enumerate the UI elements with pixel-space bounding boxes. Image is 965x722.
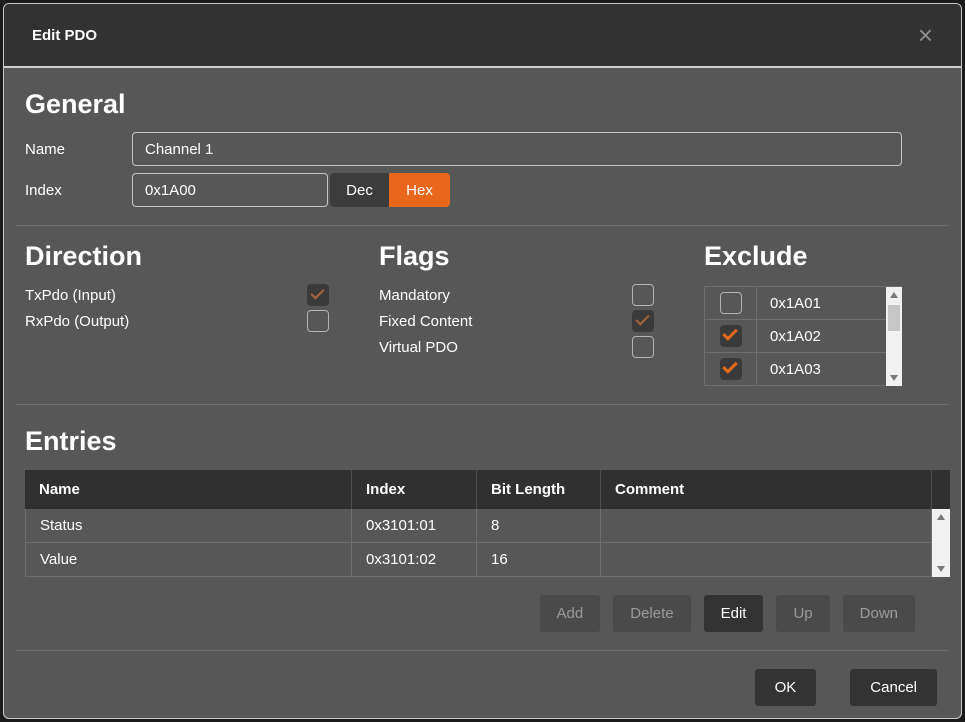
down-button[interactable]: Down xyxy=(843,595,915,632)
exclude-item-label: 0x1A01 xyxy=(757,295,821,312)
fixed-content-checkbox[interactable] xyxy=(632,310,654,332)
mandatory-label: Mandatory xyxy=(379,287,450,304)
direction-group: Direction TxPdo (Input) RxPdo (Output) xyxy=(25,240,329,332)
up-button[interactable]: Up xyxy=(776,595,829,632)
hex-button[interactable]: Hex xyxy=(389,173,450,207)
flag-item-fixed-content: Fixed Content xyxy=(379,310,654,332)
ok-button[interactable]: OK xyxy=(755,669,817,706)
options-section: Direction TxPdo (Input) RxPdo (Output) F… xyxy=(4,226,961,386)
index-row: Index Dec Hex xyxy=(25,173,940,207)
cell-comment xyxy=(601,509,932,542)
flags-group: Flags Mandatory Fixed Content Virtual PD… xyxy=(379,240,654,358)
exclude-checkbox-cell xyxy=(704,320,757,352)
entries-actions: Add Delete Edit Up Down xyxy=(4,595,915,632)
entries-table-rows: Status 0x3101:01 8 Value 0x3101:02 16 xyxy=(25,509,932,577)
dialog-footer: OK Cancel xyxy=(4,669,937,706)
exclude-scrollbar[interactable] xyxy=(886,287,902,386)
close-icon[interactable]: × xyxy=(918,22,933,48)
exclude-rows: 0x1A01 0x1A02 0x1A03 xyxy=(704,287,886,386)
list-item[interactable]: 0x1A01 xyxy=(704,287,886,320)
cell-bit-length: 16 xyxy=(477,543,601,576)
column-header-bit-length: Bit Length xyxy=(477,470,601,509)
scroll-down-icon[interactable] xyxy=(890,375,898,381)
entries-table-header: Name Index Bit Length Comment xyxy=(25,470,950,509)
flag-item-mandatory: Mandatory xyxy=(379,284,654,306)
scroll-up-icon[interactable] xyxy=(890,292,898,298)
divider-footer xyxy=(16,650,949,651)
scrollbar-thumb[interactable] xyxy=(888,305,900,331)
column-header-index: Index xyxy=(352,470,477,509)
cancel-button[interactable]: Cancel xyxy=(850,669,937,706)
divider-options xyxy=(16,404,949,405)
exclude-item-label: 0x1A03 xyxy=(757,361,821,378)
exclude-checkbox-cell xyxy=(704,353,757,385)
cell-name: Value xyxy=(25,543,352,576)
virtual-pdo-checkbox[interactable] xyxy=(632,336,654,358)
cell-name: Status xyxy=(25,509,352,542)
mandatory-checkbox[interactable] xyxy=(632,284,654,306)
cell-index: 0x3101:02 xyxy=(352,543,477,576)
direction-item-txpdo: TxPdo (Input) xyxy=(25,284,329,306)
radix-toggle: Dec Hex xyxy=(330,173,450,207)
flags-heading: Flags xyxy=(379,240,654,272)
exclude-checkbox-cell xyxy=(704,287,757,319)
column-header-comment: Comment xyxy=(601,470,932,509)
dec-button[interactable]: Dec xyxy=(330,173,389,207)
rxpdo-checkbox[interactable] xyxy=(307,310,329,332)
virtual-pdo-label: Virtual PDO xyxy=(379,339,458,356)
fixed-content-label: Fixed Content xyxy=(379,313,472,330)
exclude-item-label: 0x1A02 xyxy=(757,328,821,345)
rxpdo-label: RxPdo (Output) xyxy=(25,313,129,330)
txpdo-checkbox[interactable] xyxy=(307,284,329,306)
index-input[interactable] xyxy=(132,173,328,207)
name-row: Name xyxy=(25,132,940,166)
add-button[interactable]: Add xyxy=(540,595,601,632)
flag-item-virtual-pdo: Virtual PDO xyxy=(379,336,654,358)
column-header-name: Name xyxy=(25,470,352,509)
exclude-list: 0x1A01 0x1A02 0x1A03 xyxy=(704,286,902,386)
edit-pdo-dialog: Edit PDO × General Name Index Dec Hex Di… xyxy=(3,3,962,719)
txpdo-label: TxPdo (Input) xyxy=(25,287,116,304)
dialog-title: Edit PDO xyxy=(32,27,97,44)
table-row[interactable]: Status 0x3101:01 8 xyxy=(25,509,932,543)
dialog-titlebar: Edit PDO × xyxy=(4,4,961,68)
cell-index: 0x3101:01 xyxy=(352,509,477,542)
edit-button[interactable]: Edit xyxy=(704,595,764,632)
list-item[interactable]: 0x1A02 xyxy=(704,320,886,353)
exclude-heading: Exclude xyxy=(704,240,902,272)
entries-heading: Entries xyxy=(25,425,961,457)
entries-table-body: Status 0x3101:01 8 Value 0x3101:02 16 xyxy=(25,509,950,577)
entries-scrollbar[interactable] xyxy=(932,509,950,577)
name-label: Name xyxy=(25,141,132,158)
cell-comment xyxy=(601,543,932,576)
list-item[interactable]: 0x1A03 xyxy=(704,353,886,386)
cell-bit-length: 8 xyxy=(477,509,601,542)
table-row[interactable]: Value 0x3101:02 16 xyxy=(25,543,932,577)
delete-button[interactable]: Delete xyxy=(613,595,690,632)
entries-section: Entries Name Index Bit Length Comment St… xyxy=(4,425,961,632)
scroll-up-icon[interactable] xyxy=(937,514,945,520)
exclude-0x1A03-checkbox[interactable] xyxy=(720,358,742,380)
exclude-0x1A01-checkbox[interactable] xyxy=(720,292,742,314)
name-input[interactable] xyxy=(132,132,902,166)
exclude-group: Exclude 0x1A01 0x1A02 0x1A03 xyxy=(704,240,902,386)
entries-table: Name Index Bit Length Comment Status 0x3… xyxy=(25,470,950,577)
direction-heading: Direction xyxy=(25,240,329,272)
direction-item-rxpdo: RxPdo (Output) xyxy=(25,310,329,332)
exclude-0x1A02-checkbox[interactable] xyxy=(720,325,742,347)
general-heading: General xyxy=(25,88,940,120)
scroll-down-icon[interactable] xyxy=(937,566,945,572)
general-section: General Name Index Dec Hex xyxy=(4,68,961,207)
index-label: Index xyxy=(25,182,132,199)
column-header-scrollbar-gutter xyxy=(932,470,950,509)
